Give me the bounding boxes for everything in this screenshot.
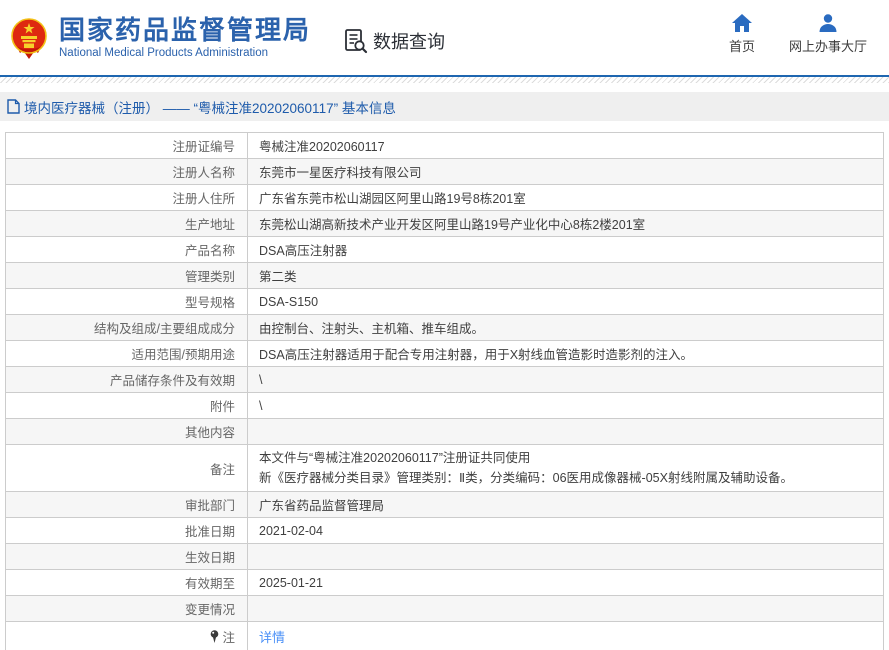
- row-value: DSA高压注射器: [248, 237, 883, 262]
- pin-icon: [210, 630, 219, 643]
- national-emblem-logo: [9, 17, 49, 59]
- row-label: 适用范围/预期用途: [6, 341, 248, 366]
- table-row-note: 注 详情: [6, 621, 883, 650]
- row-value: [248, 544, 883, 569]
- table-row: 管理类别 第二类: [6, 262, 883, 288]
- row-label: 型号规格: [6, 289, 248, 314]
- table-row: 产品名称 DSA高压注射器: [6, 236, 883, 262]
- table-row: 变更情况: [6, 595, 883, 621]
- row-label: 其他内容: [6, 419, 248, 444]
- top-nav: 首页 网上办事大厅: [729, 14, 867, 55]
- row-value: 2021-02-04: [248, 518, 883, 543]
- row-label: 管理类别: [6, 263, 248, 288]
- row-label: 注: [6, 622, 248, 650]
- page-header: 国家药品监督管理局 National Medical Products Admi…: [0, 0, 889, 77]
- remark-line-2: 新《医疗器械分类目录》管理类别：Ⅱ类，分类编码：06医用成像器械-05X射线附属…: [259, 468, 793, 488]
- row-value: \: [248, 393, 883, 418]
- table-row: 注册证编号 粤械注准20202060117: [6, 133, 883, 158]
- org-title-block: 国家药品监督管理局 National Medical Products Admi…: [59, 16, 311, 59]
- row-label: 生产地址: [6, 211, 248, 236]
- striped-divider: [0, 77, 889, 83]
- row-value: [248, 596, 883, 621]
- nav-item-online-hall[interactable]: 网上办事大厅: [789, 14, 867, 55]
- table-row: 其他内容: [6, 418, 883, 444]
- data-query-label: 数据查询: [373, 28, 445, 54]
- table-row: 批准日期 2021-02-04: [6, 517, 883, 543]
- row-label: 结构及组成/主要组成成分: [6, 315, 248, 340]
- note-label: 注: [222, 627, 235, 646]
- row-label: 批准日期: [6, 518, 248, 543]
- registration-info-table: 注册证编号 粤械注准20202060117 注册人名称 东莞市一星医疗科技有限公…: [5, 132, 884, 650]
- row-label: 生效日期: [6, 544, 248, 569]
- org-title: 国家药品监督管理局: [59, 16, 311, 46]
- row-value: 广东省药品监督管理局: [248, 492, 883, 517]
- row-label: 注册证编号: [6, 133, 248, 158]
- row-label: 附件: [6, 393, 248, 418]
- row-value: [248, 419, 883, 444]
- row-value: DSA-S150: [248, 289, 883, 314]
- row-value: 由控制台、注射头、主机箱、推车组成。: [248, 315, 883, 340]
- row-label: 产品储存条件及有效期: [6, 367, 248, 392]
- row-value: 东莞松山湖高新技术产业开发区阿里山路19号产业化中心8栋2楼201室: [248, 211, 883, 236]
- org-subtitle: National Medical Products Administration: [59, 47, 311, 59]
- table-row: 结构及组成/主要组成成分 由控制台、注射头、主机箱、推车组成。: [6, 314, 883, 340]
- row-label: 注册人名称: [6, 159, 248, 184]
- row-label: 有效期至: [6, 570, 248, 595]
- row-value: 粤械注准20202060117: [248, 133, 883, 158]
- details-link[interactable]: 详情: [259, 627, 285, 646]
- row-value: \: [248, 367, 883, 392]
- row-value: 2025-01-21: [248, 570, 883, 595]
- user-icon: [818, 14, 838, 32]
- table-row: 生效日期: [6, 543, 883, 569]
- row-value: 详情: [248, 622, 883, 650]
- nav-item-home[interactable]: 首页: [729, 14, 755, 55]
- home-icon: [732, 14, 752, 32]
- table-row: 注册人住所 广东省东莞市松山湖园区阿里山路19号8栋201室: [6, 184, 883, 210]
- row-label: 审批部门: [6, 492, 248, 517]
- table-row: 有效期至 2025-01-21: [6, 569, 883, 595]
- row-label: 产品名称: [6, 237, 248, 262]
- row-value: 广东省东莞市松山湖园区阿里山路19号8栋201室: [248, 185, 883, 210]
- row-label: 变更情况: [6, 596, 248, 621]
- table-row: 附件 \: [6, 392, 883, 418]
- table-row: 审批部门 广东省药品监督管理局: [6, 491, 883, 517]
- table-row: 适用范围/预期用途 DSA高压注射器适用于配合专用注射器，用于X射线血管造影时造…: [6, 340, 883, 366]
- row-label: 注册人住所: [6, 185, 248, 210]
- row-label: 备注: [6, 445, 248, 491]
- document-icon: [7, 99, 20, 114]
- document-search-icon: [343, 28, 369, 54]
- row-value: 东莞市一星医疗科技有限公司: [248, 159, 883, 184]
- table-row: 注册人名称 东莞市一星医疗科技有限公司: [6, 158, 883, 184]
- table-row: 生产地址 东莞松山湖高新技术产业开发区阿里山路19号产业化中心8栋2楼201室: [6, 210, 883, 236]
- row-value: 本文件与“粤械注准20202060117”注册证共同使用 新《医疗器械分类目录》…: [248, 445, 883, 491]
- table-row: 产品储存条件及有效期 \: [6, 366, 883, 392]
- nav-label: 网上办事大厅: [789, 36, 867, 55]
- table-row-remark: 备注 本文件与“粤械注准20202060117”注册证共同使用 新《医疗器械分类…: [6, 444, 883, 491]
- row-value: 第二类: [248, 263, 883, 288]
- breadcrumb: 境内医疗器械（注册） —— “粤械注准20202060117” 基本信息: [0, 92, 889, 121]
- table-row: 型号规格 DSA-S150: [6, 288, 883, 314]
- nav-label: 首页: [729, 36, 755, 55]
- row-value: DSA高压注射器适用于配合专用注射器，用于X射线血管造影时造影剂的注入。: [248, 341, 883, 366]
- data-query-tab[interactable]: 数据查询: [343, 28, 445, 54]
- breadcrumb-text: 境内医疗器械（注册） —— “粤械注准20202060117” 基本信息: [24, 97, 396, 117]
- remark-line-1: 本文件与“粤械注准20202060117”注册证共同使用: [259, 448, 530, 468]
